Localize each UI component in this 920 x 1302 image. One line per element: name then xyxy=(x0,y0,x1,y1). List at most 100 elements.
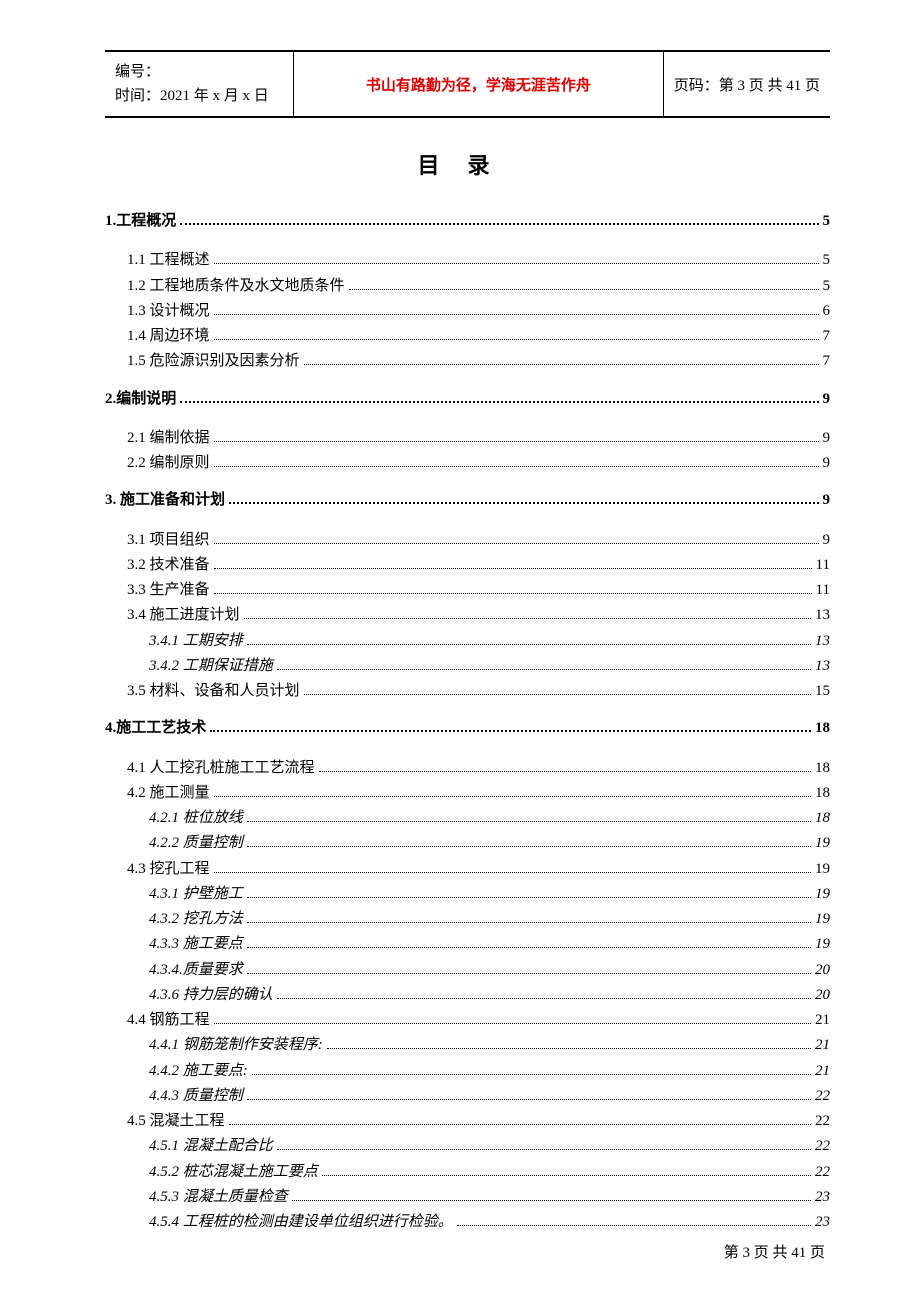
toc-entry-page: 22 xyxy=(815,1085,830,1108)
toc-heading: 目录 xyxy=(105,148,830,180)
toc-leader-dots xyxy=(349,289,819,290)
toc-leader-dots xyxy=(214,263,819,264)
toc-entry: 4.2 施工测量18 xyxy=(127,782,830,805)
toc-leader-dots xyxy=(214,543,819,544)
toc-entry: 3.1 项目组织 9 xyxy=(127,529,830,552)
toc-entry-page: 21 xyxy=(815,1034,830,1057)
toc-entry: 4.5.2 桩芯混凝土施工要点22 xyxy=(149,1161,830,1184)
toc-entry-page: 9 xyxy=(823,529,831,552)
toc-entry-label: 4.2.2 质量控制 xyxy=(149,832,243,855)
toc-leader-dots xyxy=(247,821,811,822)
toc-entry: 1.工程概况 5 xyxy=(105,210,830,233)
toc-leader-dots xyxy=(247,846,811,847)
toc-entry-label: 4.3 挖孔工程 xyxy=(127,858,210,881)
toc-entry: 4.4.3 质量控制22 xyxy=(149,1085,830,1108)
toc-entry: 4.3.3 施工要点 19 xyxy=(149,933,830,956)
toc-entry-label: 3.4.1 工期安排 xyxy=(149,630,243,653)
toc-leader-dots xyxy=(180,401,818,403)
toc-entry-page: 19 xyxy=(815,883,830,906)
toc-leader-dots xyxy=(214,872,811,873)
toc-entry-label: 4.5.3 混凝土质量检查 xyxy=(149,1186,288,1209)
toc-entry: 3. 施工准备和计划9 xyxy=(105,489,830,512)
toc-entry: 1.3 设计概况6 xyxy=(127,300,830,323)
toc-entry-page: 22 xyxy=(815,1135,830,1158)
table-of-contents: 1.工程概况51.1 工程概述51.2 工程地质条件及水文地质条件51.3 设计… xyxy=(105,210,830,1234)
toc-entry-page: 18 xyxy=(815,717,830,740)
toc-entry-label: 3.4.2 工期保证措施 xyxy=(149,655,273,678)
toc-leader-dots xyxy=(292,1200,811,1201)
toc-leader-dots xyxy=(319,771,811,772)
toc-entry: 3.4 施工进度计划13 xyxy=(127,604,830,627)
toc-entry: 4.1 人工挖孔桩施工工艺流程18 xyxy=(127,757,830,780)
toc-entry-label: 4.3.2 挖孔方法 xyxy=(149,908,243,931)
time-label: 时间：2021 年 x 月 x 日 xyxy=(115,84,283,108)
toc-leader-dots xyxy=(214,441,819,442)
toc-leader-dots xyxy=(252,1074,811,1075)
toc-entry: 1.5 危险源识别及因素分析7 xyxy=(127,350,830,373)
toc-entry-page: 9 xyxy=(823,427,831,450)
toc-entry-page: 13 xyxy=(815,604,830,627)
toc-entry: 4.3.2 挖孔方法19 xyxy=(149,908,830,931)
toc-entry-page: 22 xyxy=(815,1110,830,1133)
toc-leader-dots xyxy=(214,339,819,340)
toc-entry-label: 4.2.1 桩位放线 xyxy=(149,807,243,830)
toc-entry-page: 23 xyxy=(815,1186,830,1209)
toc-entry-label: 4.3.4.质量要求 xyxy=(149,959,243,982)
toc-entry-label: 1.2 工程地质条件及水文地质条件 xyxy=(127,275,345,298)
toc-entry-page: 22 xyxy=(815,1161,830,1184)
toc-leader-dots xyxy=(180,223,818,225)
toc-entry: 2.1 编制依据9 xyxy=(127,427,830,450)
toc-leader-dots xyxy=(229,1124,811,1125)
toc-entry-page: 19 xyxy=(815,858,830,881)
toc-leader-dots xyxy=(229,502,818,504)
toc-leader-dots xyxy=(214,1023,811,1024)
toc-entry: 1.2 工程地质条件及水文地质条件 5 xyxy=(127,275,830,298)
toc-entry-label: 4.3.1 护壁施工 xyxy=(149,883,243,906)
toc-entry-label: 3.3 生产准备 xyxy=(127,579,210,602)
toc-leader-dots xyxy=(214,314,819,315)
toc-leader-dots xyxy=(247,897,811,898)
header-center-motto: 书山有路勤为径，学海无涯苦作舟 xyxy=(294,51,664,117)
toc-entry: 4.5.4 工程桩的检测由建设单位组织进行检验。23 xyxy=(149,1211,830,1234)
toc-leader-dots xyxy=(214,466,819,467)
toc-entry-page: 18 xyxy=(815,782,830,805)
toc-entry: 4.3.4.质量要求 20 xyxy=(149,959,830,982)
toc-entry: 4.4.2 施工要点:21 xyxy=(149,1060,830,1083)
toc-entry-label: 1.4 周边环境 xyxy=(127,325,210,348)
toc-entry-page: 15 xyxy=(815,680,830,703)
toc-leader-dots xyxy=(304,694,811,695)
toc-entry-label: 2.2 编制原则 xyxy=(127,452,210,475)
toc-entry: 4.3.1 护壁施工 19 xyxy=(149,883,830,906)
toc-entry-label: 4.3.6 持力层的确认 xyxy=(149,984,273,1007)
page-footer: 第 3 页 共 41 页 xyxy=(724,1241,825,1262)
toc-entry: 4.4.1 钢筋笼制作安装程序:21 xyxy=(149,1034,830,1057)
toc-leader-dots xyxy=(457,1225,811,1226)
toc-leader-dots xyxy=(277,998,811,999)
toc-entry-page: 5 xyxy=(823,275,831,298)
toc-entry: 1.4 周边环境 7 xyxy=(127,325,830,348)
toc-entry-page: 7 xyxy=(823,350,831,373)
toc-entry-label: 4.3.3 施工要点 xyxy=(149,933,243,956)
toc-entry-page: 19 xyxy=(815,832,830,855)
toc-entry-label: 1.工程概况 xyxy=(105,210,176,233)
toc-entry-page: 19 xyxy=(815,933,830,956)
toc-entry-page: 20 xyxy=(815,959,830,982)
toc-leader-dots xyxy=(322,1175,811,1176)
document-header: 编号： 时间：2021 年 x 月 x 日 书山有路勤为径，学海无涯苦作舟 页码… xyxy=(105,50,830,118)
toc-entry-page: 5 xyxy=(823,210,831,233)
toc-entry: 4.5.3 混凝土质量检查 23 xyxy=(149,1186,830,1209)
toc-leader-dots xyxy=(244,618,811,619)
toc-entry: 4.2.2 质量控制 19 xyxy=(149,832,830,855)
toc-entry: 3.3 生产准备11 xyxy=(127,579,830,602)
header-page-code: 页码：第 3 页 共 41 页 xyxy=(663,51,830,117)
toc-entry-label: 3.1 项目组织 xyxy=(127,529,210,552)
toc-entry-page: 11 xyxy=(816,554,830,577)
toc-entry-page: 21 xyxy=(815,1009,830,1032)
toc-entry-label: 4.4.2 施工要点: xyxy=(149,1060,248,1083)
toc-entry-page: 7 xyxy=(823,325,831,348)
toc-entry-page: 20 xyxy=(815,984,830,1007)
toc-entry-page: 13 xyxy=(815,630,830,653)
toc-entry-label: 3. 施工准备和计划 xyxy=(105,489,225,512)
toc-entry: 3.4.2 工期保证措施13 xyxy=(149,655,830,678)
toc-entry-label: 4.5.4 工程桩的检测由建设单位组织进行检验。 xyxy=(149,1211,453,1234)
